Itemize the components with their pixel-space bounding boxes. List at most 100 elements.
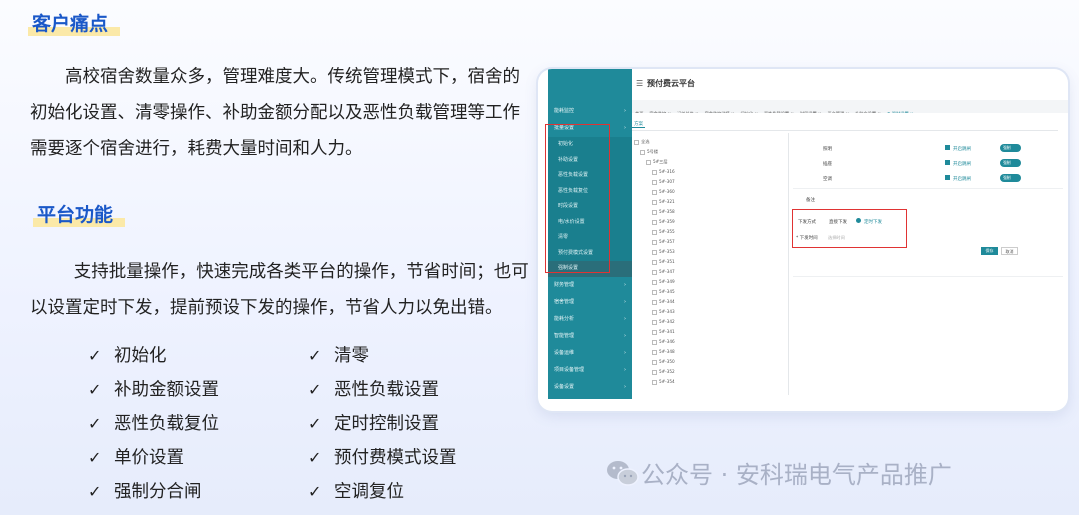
checkbox[interactable] bbox=[652, 189, 657, 195]
tree-node[interactable]: 5#-357 bbox=[630, 237, 790, 247]
tab-item[interactable]: 平台管理 × bbox=[825, 107, 853, 113]
checkbox[interactable] bbox=[652, 359, 657, 365]
tab-item[interactable]: 初始化 × bbox=[738, 107, 761, 113]
tree-node-label: 5#-348 bbox=[659, 349, 675, 354]
tab-item[interactable]: 时段设置 × bbox=[797, 107, 825, 113]
tree-node[interactable]: 5#-344 bbox=[630, 297, 790, 307]
sidebar-item[interactable]: 项目设备管理 › bbox=[548, 362, 632, 379]
checkbox[interactable] bbox=[945, 145, 950, 150]
tree-node[interactable]: 5#-341 bbox=[630, 327, 790, 337]
feature-label: 定时控制设置 bbox=[334, 414, 439, 434]
checkbox[interactable] bbox=[652, 279, 657, 285]
checkbox[interactable] bbox=[652, 369, 657, 375]
tree-node[interactable]: 5#-321 bbox=[630, 197, 790, 207]
tree-node[interactable]: 5#-347 bbox=[630, 267, 790, 277]
sidebar-item[interactable]: 财务管理 › bbox=[548, 277, 632, 294]
force-toggle[interactable]: 强制 bbox=[1000, 174, 1021, 182]
checkbox[interactable] bbox=[652, 379, 657, 385]
sidebar-item[interactable]: 能耗分析 › bbox=[548, 311, 632, 328]
checkbox[interactable] bbox=[652, 299, 657, 305]
tree-node[interactable]: 5#-350 bbox=[630, 357, 790, 367]
tree-node[interactable]: 5#-307 bbox=[630, 177, 790, 187]
chevron-icon: › bbox=[624, 298, 626, 305]
checkbox[interactable] bbox=[652, 329, 657, 335]
feature-item: ✓ 空调复位 bbox=[308, 479, 508, 505]
checkbox[interactable] bbox=[652, 349, 657, 355]
tree-node[interactable]: 5#-359 bbox=[630, 217, 790, 227]
row-label: 照明 bbox=[823, 147, 832, 152]
tree-node[interactable]: 5#-349 bbox=[630, 277, 790, 287]
save-button[interactable]: 保存 bbox=[981, 247, 998, 255]
tree-node[interactable]: 5#-358 bbox=[630, 207, 790, 217]
tree-node-label: 全选 bbox=[641, 139, 650, 144]
room-tree: 全选 5号楼 5#三层 5#-316 5#-307 5#-360 5#-321 5#-358 5… bbox=[630, 137, 790, 387]
tree-node[interactable]: 5#-353 bbox=[630, 247, 790, 257]
tab-scheme[interactable]: 方案 bbox=[632, 121, 645, 128]
checkbox[interactable] bbox=[652, 179, 657, 185]
form-row-ac: 空调 开启跳闸 强制 bbox=[793, 172, 1063, 186]
tree-node-label: 5#-357 bbox=[659, 239, 675, 244]
tree-node[interactable]: 5#-316 bbox=[630, 167, 790, 177]
hamburger-icon[interactable]: ☰ bbox=[636, 79, 643, 88]
checkbox[interactable] bbox=[945, 160, 950, 165]
checkbox[interactable] bbox=[652, 229, 657, 235]
sidebar-item[interactable]: 能耗监控 › bbox=[548, 103, 632, 120]
wechat-watermark: 公众号 · 安科瑞电气产品推广 bbox=[605, 455, 952, 491]
tree-node[interactable]: 5#-354 bbox=[630, 377, 790, 387]
form-row-socket: 插座 开启跳闸 强制 bbox=[793, 157, 1063, 171]
tree-node-label: 5#-350 bbox=[659, 359, 675, 364]
platform-features-text: 支持批量操作，快速完成各类平台的操作，节省时间；也可以设置定时下发，提前预设下发… bbox=[30, 262, 529, 318]
tree-node[interactable]: 5#-342 bbox=[630, 317, 790, 327]
tree-node[interactable]: 5#-351 bbox=[630, 257, 790, 267]
force-toggle[interactable]: 强制 bbox=[1000, 144, 1021, 152]
tree-node-label: 5#-345 bbox=[659, 289, 675, 294]
checkbox-label: 开启跳闸 bbox=[953, 147, 971, 152]
checkbox[interactable] bbox=[652, 289, 657, 295]
tree-node[interactable]: 全选 bbox=[630, 137, 790, 147]
checkbox[interactable] bbox=[652, 209, 657, 215]
sidebar-item[interactable]: 宿舍管理 › bbox=[548, 294, 632, 311]
tab-item[interactable]: 补助金设置 × bbox=[852, 107, 884, 113]
checkbox[interactable] bbox=[945, 175, 950, 180]
pain-points-text: 高校宿舍数量众多，管理难度大。传统管理模式下，宿舍的初始化设置、清零操作、补助金… bbox=[30, 67, 520, 159]
tab-item[interactable]: 订单总览 × bbox=[674, 107, 702, 113]
tree-node[interactable]: 5#-346 bbox=[630, 337, 790, 347]
sidebar-item[interactable]: 设备运维 › bbox=[548, 345, 632, 362]
feature-item: ✓ 清零 bbox=[308, 343, 508, 369]
tab-item[interactable]: 宿舍监控 × bbox=[646, 107, 674, 113]
tree-node[interactable]: 5#-348 bbox=[630, 347, 790, 357]
sidebar-item[interactable]: 设备设置 › bbox=[548, 379, 632, 396]
checkbox[interactable] bbox=[652, 309, 657, 315]
checkbox[interactable] bbox=[634, 139, 639, 145]
cancel-button[interactable]: 取消 bbox=[1001, 247, 1018, 255]
tab-item[interactable]: ● 强制设置 × bbox=[884, 107, 917, 113]
tree-node[interactable]: 5#-360 bbox=[630, 187, 790, 197]
checkbox[interactable] bbox=[640, 149, 645, 155]
checkbox-label: 开启跳闸 bbox=[953, 177, 971, 182]
tab-item[interactable]: 宿舍监控详情 × bbox=[702, 107, 738, 113]
tree-node-label: 5#-321 bbox=[659, 199, 675, 204]
force-toggle[interactable]: 强制 bbox=[1000, 159, 1021, 167]
highlight-box-issue-settings bbox=[792, 209, 907, 248]
checkbox[interactable] bbox=[652, 259, 657, 265]
tree-node[interactable]: 5#-352 bbox=[630, 367, 790, 377]
tree-node[interactable]: 5#-343 bbox=[630, 307, 790, 317]
tree-node-label: 5#-341 bbox=[659, 329, 675, 334]
checkbox[interactable] bbox=[652, 239, 657, 245]
tab-item[interactable]: 恶性负载设置 × bbox=[761, 107, 797, 113]
checkbox[interactable] bbox=[652, 219, 657, 225]
checkbox[interactable] bbox=[652, 199, 657, 205]
sidebar-item[interactable]: 智能管理 › bbox=[548, 328, 632, 345]
checkbox[interactable] bbox=[652, 319, 657, 325]
check-icon: ✓ bbox=[308, 448, 322, 467]
checkbox[interactable] bbox=[652, 169, 657, 175]
checkbox[interactable] bbox=[652, 269, 657, 275]
checkbox[interactable] bbox=[646, 159, 651, 165]
checkbox[interactable] bbox=[652, 249, 657, 255]
tree-node[interactable]: 5#三层 bbox=[630, 157, 790, 167]
tree-node[interactable]: 5#-355 bbox=[630, 227, 790, 237]
checkbox[interactable] bbox=[652, 339, 657, 345]
tree-node[interactable]: 5号楼 bbox=[630, 147, 790, 157]
tab-item[interactable]: 首页 bbox=[632, 107, 646, 113]
tree-node[interactable]: 5#-345 bbox=[630, 287, 790, 297]
